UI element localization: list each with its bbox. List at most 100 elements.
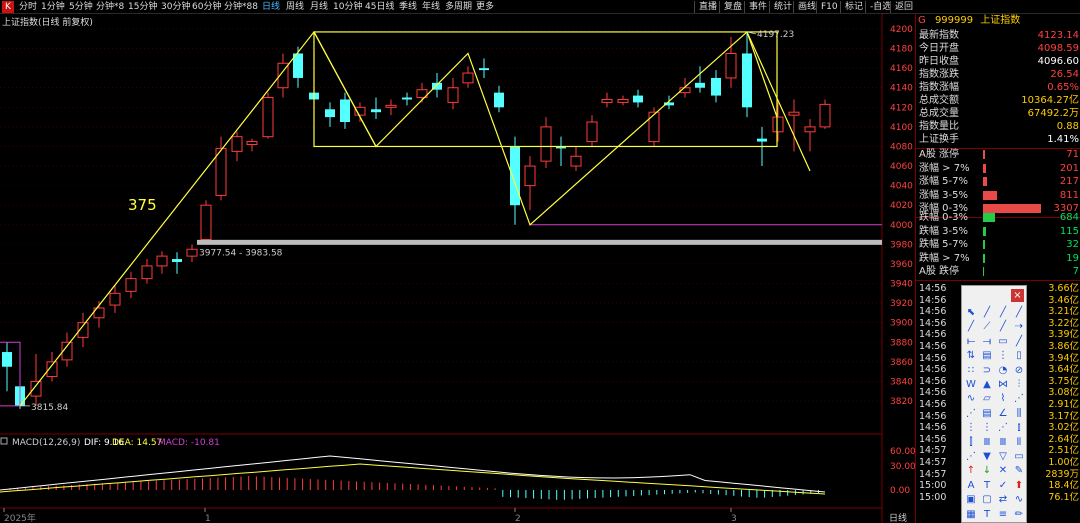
candle-body-down xyxy=(371,109,381,113)
tab-8[interactable]: 日线 xyxy=(262,1,280,13)
price-tick-label: 4100 xyxy=(890,123,913,133)
drawing-tool-icon[interactable]: ⋮ xyxy=(980,421,994,434)
drawing-tool-icon[interactable]: ≡ xyxy=(996,508,1010,521)
drawing-tool-icon[interactable]: ▼ xyxy=(980,450,994,463)
tab-5[interactable]: 30分钟 xyxy=(161,1,190,13)
close-icon[interactable]: × xyxy=(1011,289,1024,302)
drawing-tool-icon[interactable]: Ⅲ xyxy=(980,436,994,449)
drawing-tool-icon[interactable]: ⇢ xyxy=(1012,320,1026,333)
drawing-tool-icon[interactable]: ✏ xyxy=(1012,508,1026,521)
price-tick-label: 4160 xyxy=(890,64,913,74)
drawing-tool-icon[interactable]: ⫶ xyxy=(1012,378,1026,391)
drawing-tool-icon[interactable]: ╱ xyxy=(980,306,994,319)
drawing-tool-icon[interactable]: ╱ xyxy=(964,320,978,333)
drawing-tool-icon[interactable]: Ⅲ xyxy=(996,436,1010,449)
tab-9[interactable]: 周线 xyxy=(286,1,304,13)
candle-body-up xyxy=(586,121,598,143)
tab-0[interactable]: 分时 xyxy=(19,1,37,13)
drawing-tool-icon[interactable]: ↓ xyxy=(980,464,994,477)
drawing-tool-icon[interactable]: T xyxy=(980,508,994,521)
drawing-tool-icon[interactable]: ⇅ xyxy=(964,349,978,362)
drawing-tool-icon[interactable]: ⋰ xyxy=(996,421,1010,434)
tab-4[interactable]: 15分钟 xyxy=(128,1,157,13)
function-tab-1[interactable]: 复盘 xyxy=(719,1,742,13)
drawing-tool-icon[interactable]: ▭ xyxy=(1012,450,1026,463)
drawing-tool-icon[interactable]: ⬆ xyxy=(1012,479,1026,492)
drawing-tool-icon[interactable]: ▤ xyxy=(980,349,994,362)
drawing-tool-icon[interactable]: ⫾ xyxy=(1012,421,1026,434)
price-tick-label: 3940 xyxy=(890,280,913,290)
drawing-tool-icon[interactable]: ⋰ xyxy=(964,407,978,420)
drawing-tool-icon[interactable]: ↑ xyxy=(964,464,978,477)
tab-15[interactable]: 多周期 xyxy=(445,1,472,13)
function-tab-2[interactable]: 事件 xyxy=(744,1,767,13)
tab-2[interactable]: 5分钟 xyxy=(69,1,93,13)
drawing-tool-icon[interactable]: ⫿ xyxy=(964,436,978,449)
drawing-tool-icon[interactable]: ⇄ xyxy=(996,493,1010,506)
drawing-tool-icon[interactable]: ▣ xyxy=(964,493,978,506)
drawing-tool-icon[interactable]: ⊃ xyxy=(980,364,994,377)
drawing-tool-icon[interactable]: ▱ xyxy=(980,392,994,405)
drawing-tool-icon[interactable]: T xyxy=(980,479,994,492)
tick-amount: 3.75亿 xyxy=(1048,375,1079,387)
tab-7[interactable]: 分钟*88 xyxy=(224,1,258,13)
drawing-tool-icon[interactable]: ▢ xyxy=(980,493,994,506)
security-code-row[interactable]: G 999999 上证指数 xyxy=(916,14,1080,28)
drawing-tool-icon[interactable]: ⬉ xyxy=(964,306,978,319)
tab-14[interactable]: 年线 xyxy=(422,1,440,13)
function-tab-5[interactable]: F10 xyxy=(816,1,838,13)
drawing-tool-icon[interactable]: ⋈ xyxy=(996,378,1010,391)
drawing-tool-icon[interactable]: W xyxy=(964,378,978,391)
drawing-tool-icon[interactable]: ∷ xyxy=(964,364,978,377)
function-tab-0[interactable]: 直播 xyxy=(694,1,717,13)
function-tab-8[interactable]: 返回 xyxy=(890,1,913,13)
quote-row: 最新指数 4123.14 xyxy=(916,29,1080,42)
drawing-tool-icon[interactable]: ╱ xyxy=(1012,306,1026,319)
drawing-tool-icon[interactable]: ✓ xyxy=(996,479,1010,492)
drawing-tool-icon[interactable]: ∿ xyxy=(964,392,978,405)
drawing-tool-icon[interactable]: ▽ xyxy=(996,450,1010,463)
function-tab-7[interactable]: -自选 xyxy=(865,1,891,13)
candle-body-up xyxy=(648,111,660,143)
drawing-tool-icon[interactable]: ⋮ xyxy=(964,421,978,434)
drawing-tool-icon[interactable]: ⋰ xyxy=(1012,392,1026,405)
drawing-tool-icon[interactable]: ▤ xyxy=(980,407,994,420)
drawing-tool-icon[interactable]: ╱ xyxy=(996,306,1010,319)
tab-16[interactable]: 更多 xyxy=(476,1,494,13)
function-tab-3[interactable]: 统计 xyxy=(769,1,792,13)
tab-1[interactable]: 1分钟 xyxy=(41,1,65,13)
drawing-tool-icon[interactable]: ⟋ xyxy=(980,320,994,333)
drawing-tool-icon[interactable]: ╱ xyxy=(1012,335,1026,348)
tab-13[interactable]: 季线 xyxy=(399,1,417,13)
candle-body-down xyxy=(757,138,767,142)
drawing-tool-icon[interactable]: ▦ xyxy=(964,508,978,521)
drawing-tool-icon[interactable]: ⌇ xyxy=(996,392,1010,405)
function-tab-6[interactable]: 标记 xyxy=(840,1,863,13)
drawing-tool-icon[interactable]: ▭ xyxy=(996,335,1010,348)
drawing-tool-icon[interactable]: ⋰ xyxy=(964,450,978,463)
drawing-tool-icon[interactable]: ✕ xyxy=(996,464,1010,477)
tick-time: 14:57 xyxy=(919,445,947,457)
tab-3[interactable]: 分钟*8 xyxy=(96,1,124,13)
drawing-tool-icon[interactable]: ⋮ xyxy=(996,349,1010,362)
drawing-tool-icon[interactable]: ∿ xyxy=(1012,493,1026,506)
drawing-tool-icon[interactable]: ◔ xyxy=(996,364,1010,377)
tab-11[interactable]: 10分钟 xyxy=(333,1,362,13)
drawing-tool-icon[interactable]: ⟞ xyxy=(980,335,994,348)
drawing-tool-icon[interactable]: ✎ xyxy=(1012,464,1026,477)
drawing-tool-icon[interactable]: ⫼ xyxy=(1012,407,1026,420)
drawing-tool-icon[interactable]: ▲ xyxy=(980,378,994,391)
drawing-tool-icon[interactable]: ⟝ xyxy=(964,335,978,348)
function-tab-4[interactable]: 画线 xyxy=(793,1,816,13)
tab-10[interactable]: 月线 xyxy=(310,1,328,13)
drawing-tool-icon[interactable]: ▯ xyxy=(1012,349,1026,362)
drawing-tool-icon[interactable]: ∠ xyxy=(996,407,1010,420)
drawing-tool-icon[interactable]: A xyxy=(964,479,978,492)
drawing-tool-icon[interactable]: ⦀ xyxy=(1012,436,1026,449)
drawing-tool-icon[interactable]: ╱ xyxy=(996,320,1010,333)
drawing-tool-icon[interactable]: ⊘ xyxy=(1012,364,1026,377)
tab-6[interactable]: 60分钟 xyxy=(192,1,221,13)
tick-time: 14:56 xyxy=(919,399,947,410)
tab-12[interactable]: 45日线 xyxy=(365,1,394,13)
quote-row: 昨日收盘 4096.60 xyxy=(916,55,1080,68)
